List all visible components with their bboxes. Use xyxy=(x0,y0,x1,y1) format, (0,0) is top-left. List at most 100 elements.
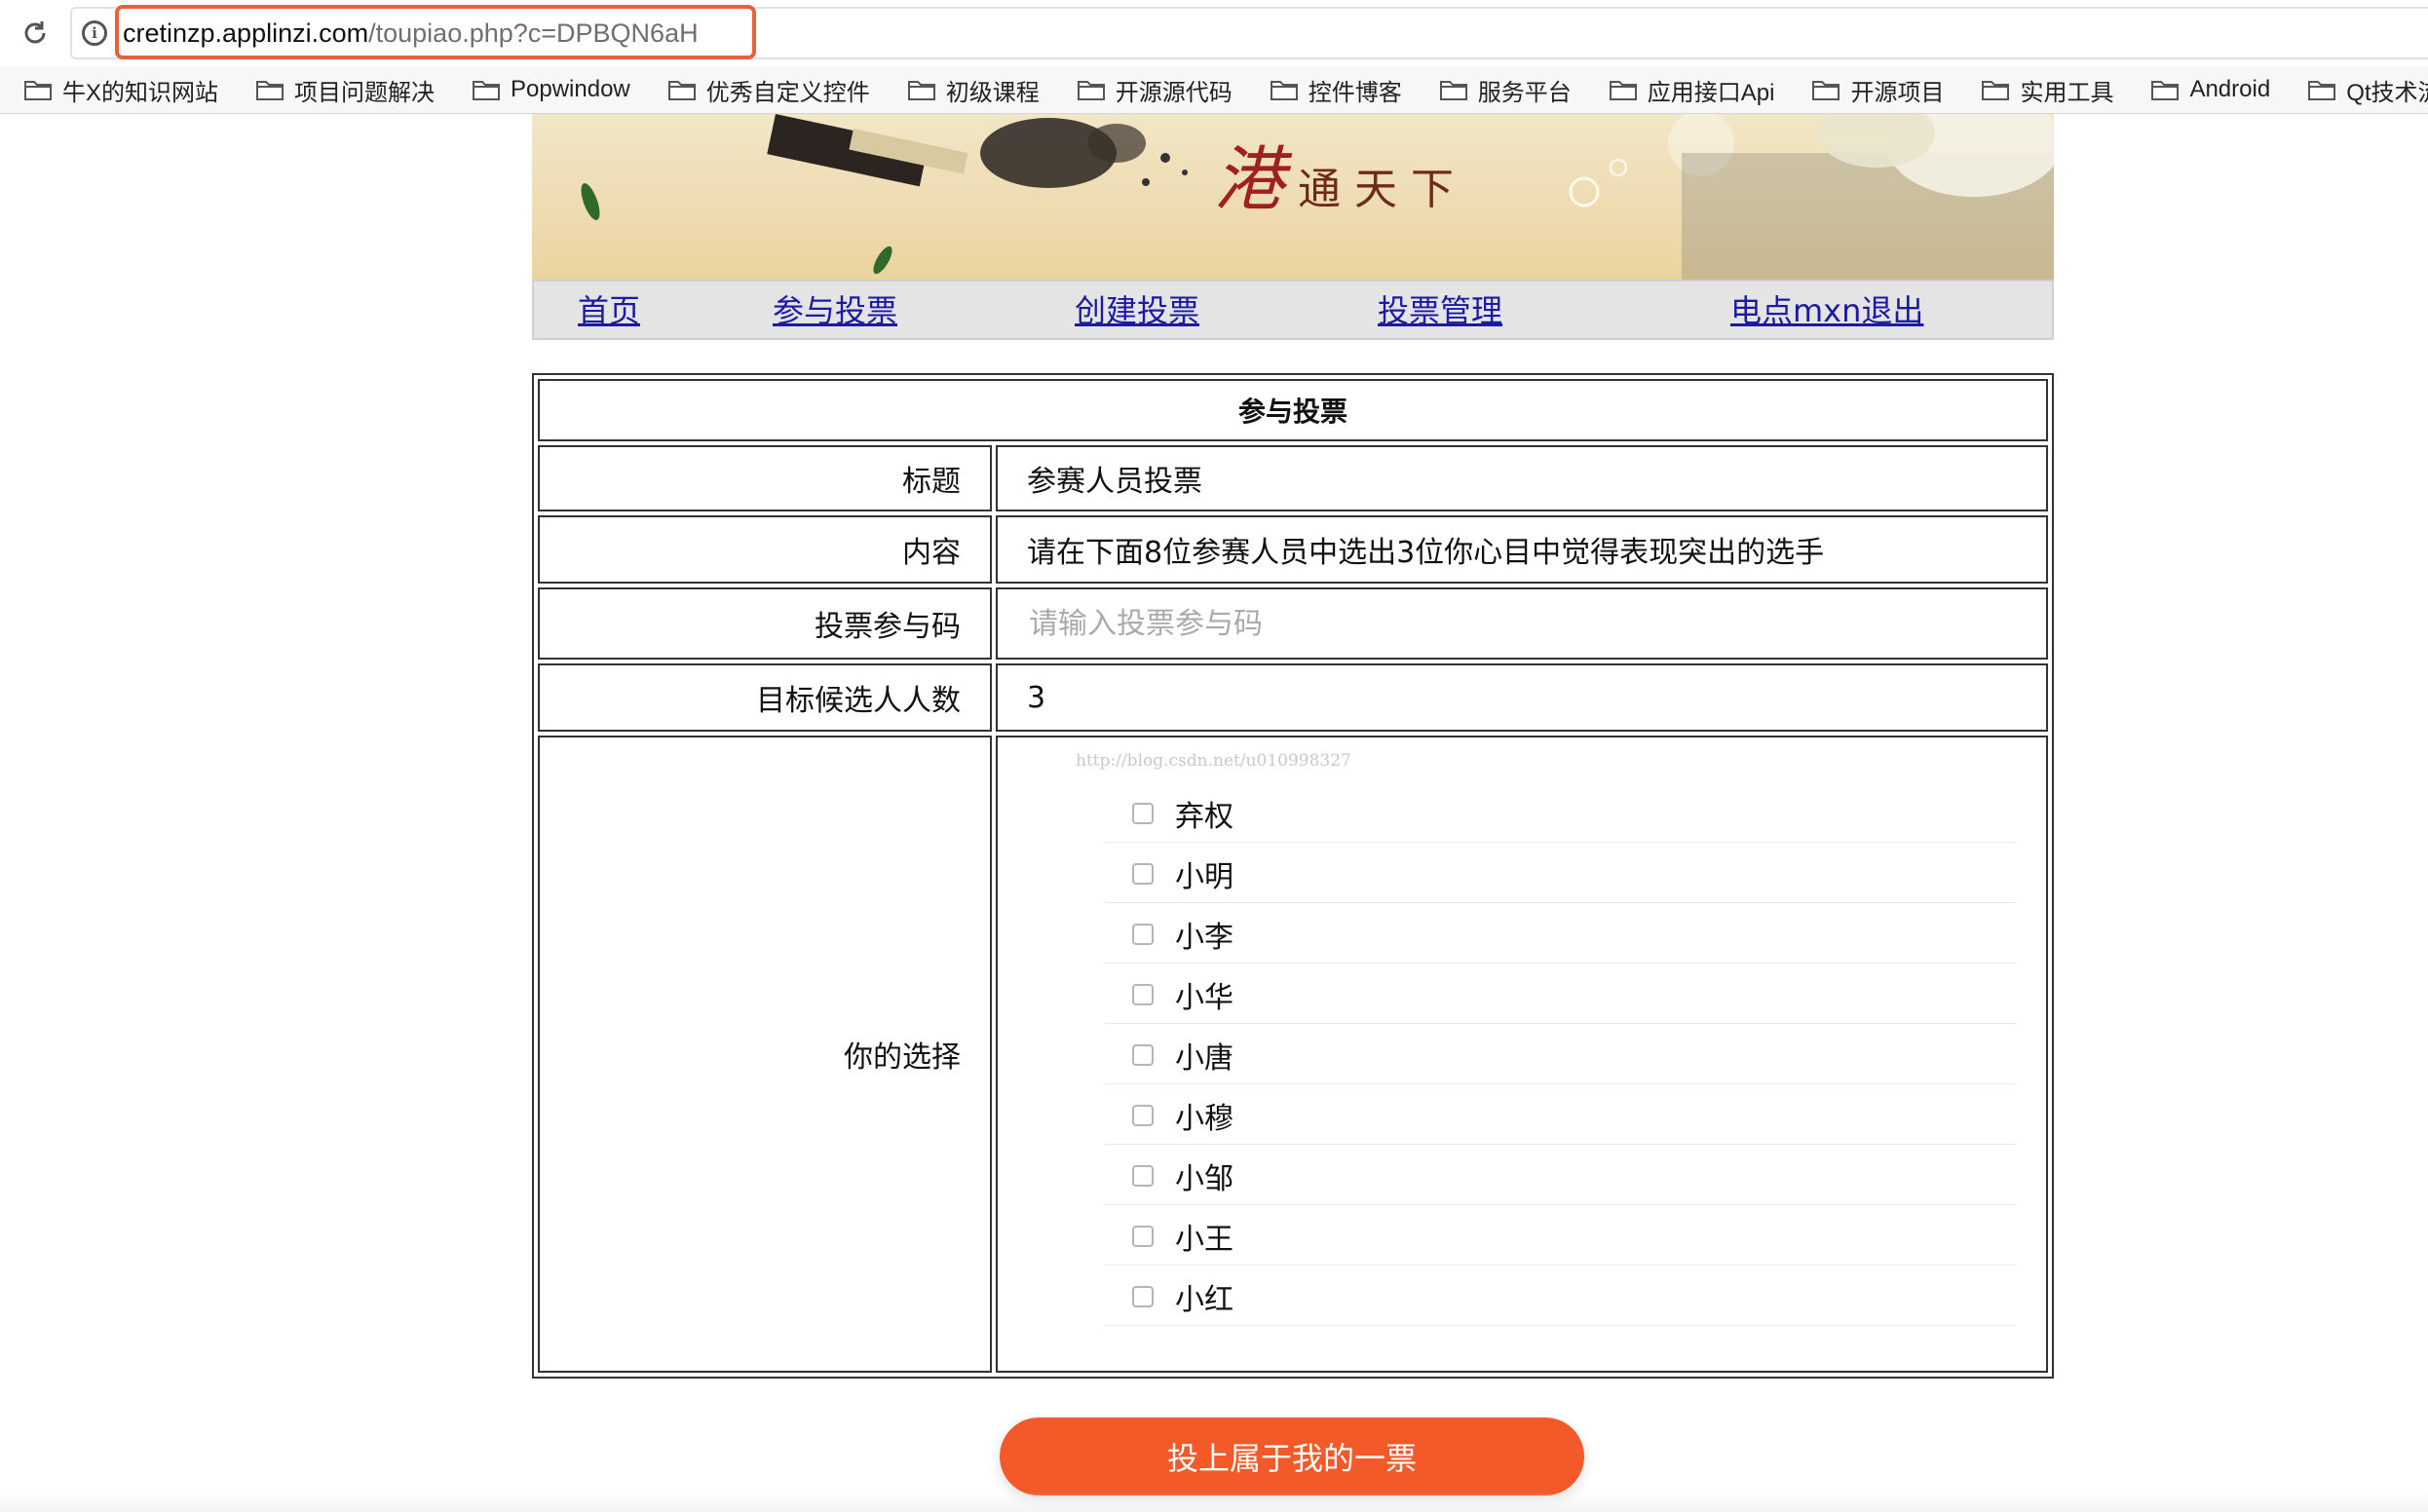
bookmark-label: 服务平台 xyxy=(1477,79,1572,106)
bookmark-folder[interactable]: 初级课程 xyxy=(884,70,1053,109)
candidate-option[interactable]: 小华 xyxy=(1105,965,2016,1024)
candidate-name: 小唐 xyxy=(1175,1040,1233,1076)
bookmark-folder[interactable]: 实用工具 xyxy=(1957,70,2127,109)
candidate-option[interactable]: 小邹 xyxy=(1105,1147,2016,1205)
submit-vote-button[interactable]: 投上属于我的一票 xyxy=(1000,1418,1584,1495)
candidate-option[interactable]: 小明 xyxy=(1105,845,2016,903)
folder-icon xyxy=(2151,81,2180,100)
bookmarks-bar: 牛X的知识网站 项目问题解决 Popwindow 优秀自定义控件 初级课程 开源… xyxy=(0,66,2428,114)
reload-button[interactable] xyxy=(14,12,57,55)
candidate-checkbox[interactable] xyxy=(1132,923,1154,945)
candidate-checkbox[interactable] xyxy=(1132,862,1154,885)
target-count-value: 3 xyxy=(996,663,2048,732)
folder-icon xyxy=(1812,81,1840,100)
bookmark-folder[interactable]: Popwindow xyxy=(448,70,644,109)
vote-code-input[interactable] xyxy=(1027,603,1908,644)
nav-link-create-vote[interactable]: 创建投票 xyxy=(1075,291,1199,330)
candidate-checkbox[interactable] xyxy=(1132,802,1154,824)
content-value: 请在下面8位参赛人员中选出3位你心目中觉得表现突出的选手 xyxy=(996,515,2048,584)
candidate-option[interactable]: 小穆 xyxy=(1105,1086,2016,1145)
folder-icon xyxy=(1270,81,1298,100)
candidate-checkbox[interactable] xyxy=(1132,1225,1154,1247)
candidate-name: 小李 xyxy=(1175,920,1233,955)
candidate-option[interactable]: 小李 xyxy=(1105,905,2016,964)
title-value: 参赛人员投票 xyxy=(996,445,2048,511)
bookmark-label: 开源源代码 xyxy=(1115,79,1233,106)
folder-icon xyxy=(473,81,501,100)
main-nav: 首页 参与投票 创建投票 投票管理 电点mxn退出 xyxy=(532,280,2054,340)
title-label: 标题 xyxy=(538,445,992,511)
bookmark-folder[interactable]: Qt技术流 xyxy=(2284,70,2428,109)
candidate-option[interactable]: 小唐 xyxy=(1105,1026,2016,1084)
form-heading: 参与投票 xyxy=(538,379,2048,441)
choice-label: 你的选择 xyxy=(538,736,992,1373)
bookmark-folder[interactable]: 优秀自定义控件 xyxy=(644,70,884,109)
bookmark-label: 牛X的知识网站 xyxy=(62,79,219,106)
folder-icon xyxy=(1609,81,1637,100)
candidate-name: 小红 xyxy=(1175,1282,1233,1317)
bookmark-label: Popwindow xyxy=(511,76,630,102)
target-count-label: 目标候选人人数 xyxy=(538,663,992,732)
folder-icon xyxy=(1439,81,1467,100)
bookmark-folder[interactable]: 项目问题解决 xyxy=(232,70,448,109)
banner-slogan: 港通天下 xyxy=(1214,122,1467,224)
slogan-first-char: 港 xyxy=(1214,138,1299,220)
candidate-checkbox[interactable] xyxy=(1132,1104,1154,1126)
folder-icon xyxy=(256,81,285,100)
bookmark-label: 实用工具 xyxy=(2020,79,2114,106)
candidate-cell: http://blog.csdn.net/u010998327 弃权 小明 小李… xyxy=(996,736,2048,1373)
candidate-name: 弃权 xyxy=(1175,799,1233,834)
vote-code-cell xyxy=(996,587,2048,660)
candidate-option[interactable]: 小王 xyxy=(1105,1207,2016,1266)
bookmark-label: 优秀自定义控件 xyxy=(705,79,870,106)
bookmark-folder[interactable]: Android xyxy=(2127,70,2284,109)
address-bar-row: i cretinzp.applinzi.com/toupiao.php?c=DP… xyxy=(0,0,2428,66)
bookmark-label: 开源项目 xyxy=(1850,79,1945,106)
candidate-name: 小邹 xyxy=(1175,1161,1233,1196)
folder-icon xyxy=(2308,81,2336,100)
candidate-name: 小穆 xyxy=(1175,1101,1233,1136)
candidate-checkbox[interactable] xyxy=(1132,1043,1154,1066)
candidate-checkbox[interactable] xyxy=(1132,1285,1154,1307)
vote-code-label: 投票参与码 xyxy=(538,587,992,660)
bookmark-folder[interactable]: 控件博客 xyxy=(1246,70,1416,109)
slogan-rest: 通天下 xyxy=(1298,165,1468,214)
candidate-name: 小华 xyxy=(1175,980,1233,1015)
bookmark-label: 初级课程 xyxy=(945,79,1040,106)
bookmark-label: 应用接口Api xyxy=(1647,79,1775,106)
candidate-checkbox[interactable] xyxy=(1132,1164,1154,1187)
content-label: 内容 xyxy=(538,515,992,584)
folder-icon xyxy=(907,81,935,100)
nav-link-join-vote[interactable]: 参与投票 xyxy=(773,291,897,330)
bookmark-folder[interactable]: 开源源代码 xyxy=(1053,70,1246,109)
bookmark-folder[interactable]: 服务平台 xyxy=(1416,70,1585,109)
nav-link-manage-vote[interactable]: 投票管理 xyxy=(1378,291,1502,330)
url-host: cretinzp.applinzi.com xyxy=(123,19,369,48)
bookmark-folder[interactable]: 牛X的知识网站 xyxy=(0,70,232,109)
nav-link-home[interactable]: 首页 xyxy=(578,291,640,330)
watermark-text: http://blog.csdn.net/u010998327 xyxy=(1076,751,1351,771)
url-path: /toupiao.php?c=DPBQN6aH xyxy=(368,19,699,48)
candidate-list: 弃权 小明 小李 小华 小唐 小穆 小邹 小王 小红 xyxy=(1105,784,2016,1328)
candidate-name: 小王 xyxy=(1175,1222,1233,1257)
url-text[interactable]: cretinzp.applinzi.com/toupiao.php?c=DPBQ… xyxy=(123,14,699,53)
candidate-name: 小明 xyxy=(1175,859,1233,894)
bookmark-label: 项目问题解决 xyxy=(294,79,436,106)
candidate-checkbox[interactable] xyxy=(1132,983,1154,1005)
page-content: 港通天下 首页 参与投票 创建投票 投票管理 电点mxn退出 参与投票 标题 参… xyxy=(0,114,2428,1512)
vote-form-table: 参与投票 标题 参赛人员投票 内容 请在下面8位参赛人员中选出3位你心目中觉得表… xyxy=(532,373,2054,1379)
candidate-option[interactable]: 小红 xyxy=(1105,1267,2016,1326)
bookmark-label: 控件博客 xyxy=(1308,79,1402,106)
candidate-option[interactable]: 弃权 xyxy=(1105,784,2016,843)
bookmark-folder[interactable]: 开源项目 xyxy=(1788,70,1957,109)
folder-icon xyxy=(24,81,52,100)
bookmark-label: Qt技术流 xyxy=(2346,79,2428,106)
folder-icon xyxy=(1982,81,2010,100)
bookmark-label: Android xyxy=(2189,76,2271,102)
folder-icon xyxy=(667,81,696,100)
site-info-icon[interactable]: i xyxy=(82,20,107,46)
nav-link-logout[interactable]: 电点mxn退出 xyxy=(1730,291,1923,330)
bookmark-folder[interactable]: 应用接口Api xyxy=(1585,70,1789,109)
bottom-shadow xyxy=(0,1493,2428,1512)
header-banner: 港通天下 xyxy=(532,114,2054,280)
